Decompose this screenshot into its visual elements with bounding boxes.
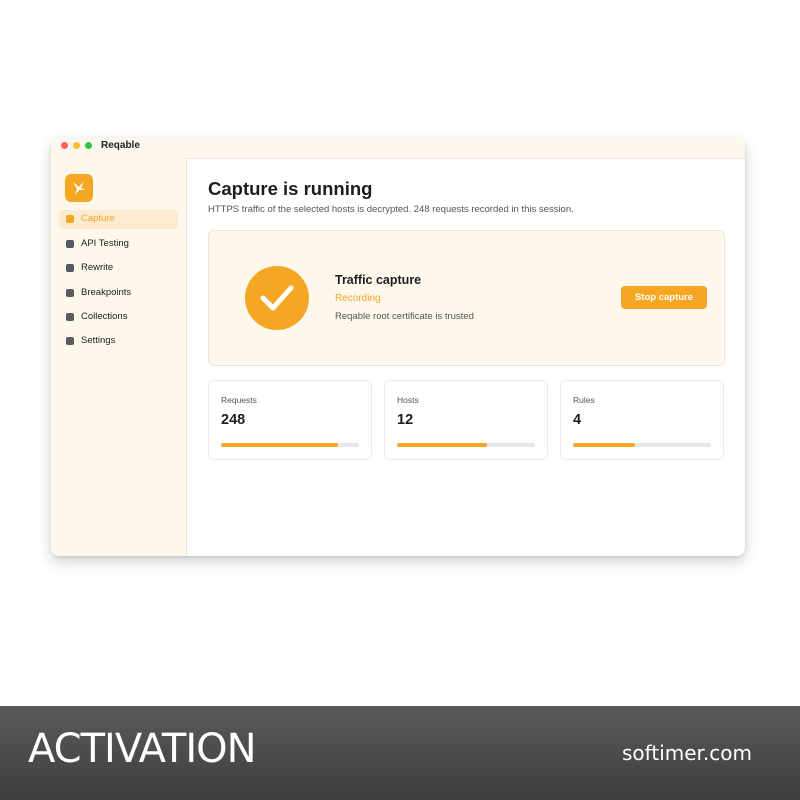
stop-capture-button[interactable]: Stop capture <box>621 286 707 309</box>
sidebar-item-label: Breakpoints <box>81 287 132 298</box>
capture-icon <box>66 215 74 223</box>
stat-label: Requests <box>221 395 257 405</box>
capture-title: Traffic capture <box>335 273 422 287</box>
settings-icon <box>66 337 74 345</box>
capture-status: Recording <box>335 293 381 304</box>
sidebar-item-label: API Testing <box>81 238 129 249</box>
sidebar-item-label: Rewrite <box>81 262 114 273</box>
stat-progress-fill <box>397 443 487 447</box>
stat-card-rules: Rules 4 <box>560 380 724 460</box>
maximize-window-button[interactable] <box>85 142 92 149</box>
stat-value: 12 <box>397 412 414 428</box>
api-testing-icon <box>66 240 74 248</box>
footer-banner: ACTIVATION softimer.com <box>0 706 800 800</box>
app-window: Reqable Capture API Testing Rewrite Brea… <box>51 138 745 556</box>
app-logo <box>65 174 93 202</box>
sidebar: Capture API Testing Rewrite Breakpoints … <box>51 158 187 556</box>
stat-progress-fill <box>573 443 636 447</box>
stat-label: Rules <box>573 395 595 405</box>
app-title: Reqable <box>101 140 140 151</box>
stat-label: Hosts <box>397 395 419 405</box>
stat-progress-bar <box>397 443 535 447</box>
sidebar-item-api-testing[interactable]: API Testing <box>59 235 178 254</box>
page-subtitle: HTTPS traffic of the selected hosts is d… <box>208 204 574 215</box>
checkmark-circle-icon <box>245 266 309 330</box>
stat-progress-bar <box>573 443 711 447</box>
page-title: Capture is running <box>208 178 373 199</box>
title-bar: Reqable <box>51 138 745 159</box>
stat-progress-fill <box>221 443 339 447</box>
stat-value: 248 <box>221 412 246 428</box>
sidebar-item-label: Settings <box>81 335 116 346</box>
site-label: softimer.com <box>622 741 752 765</box>
collections-icon <box>66 313 74 321</box>
sidebar-item-capture[interactable]: Capture <box>59 210 178 229</box>
rewrite-icon <box>66 264 74 272</box>
capture-status-card: Traffic capture Recording Reqable root c… <box>208 230 725 366</box>
sidebar-item-breakpoints[interactable]: Breakpoints <box>59 284 178 303</box>
activation-label: ACTIVATION <box>28 726 257 772</box>
close-window-button[interactable] <box>61 142 68 149</box>
minimize-window-button[interactable] <box>73 142 80 149</box>
bird-logo-icon <box>73 181 85 195</box>
sidebar-item-label: Collections <box>81 311 128 322</box>
sidebar-item-settings[interactable]: Settings <box>59 332 178 351</box>
sidebar-item-rewrite[interactable]: Rewrite <box>59 259 178 278</box>
breakpoints-icon <box>66 289 74 297</box>
stat-card-requests: Requests 248 <box>208 380 372 460</box>
certificate-note: Reqable root certificate is trusted <box>335 311 474 322</box>
stat-progress-bar <box>221 443 359 447</box>
main-content: Capture is running HTTPS traffic of the … <box>187 158 745 556</box>
stat-card-hosts: Hosts 12 <box>384 380 548 460</box>
sidebar-item-collections[interactable]: Collections <box>59 308 178 327</box>
stat-value: 4 <box>573 412 582 428</box>
sidebar-item-label: Capture <box>81 213 115 224</box>
